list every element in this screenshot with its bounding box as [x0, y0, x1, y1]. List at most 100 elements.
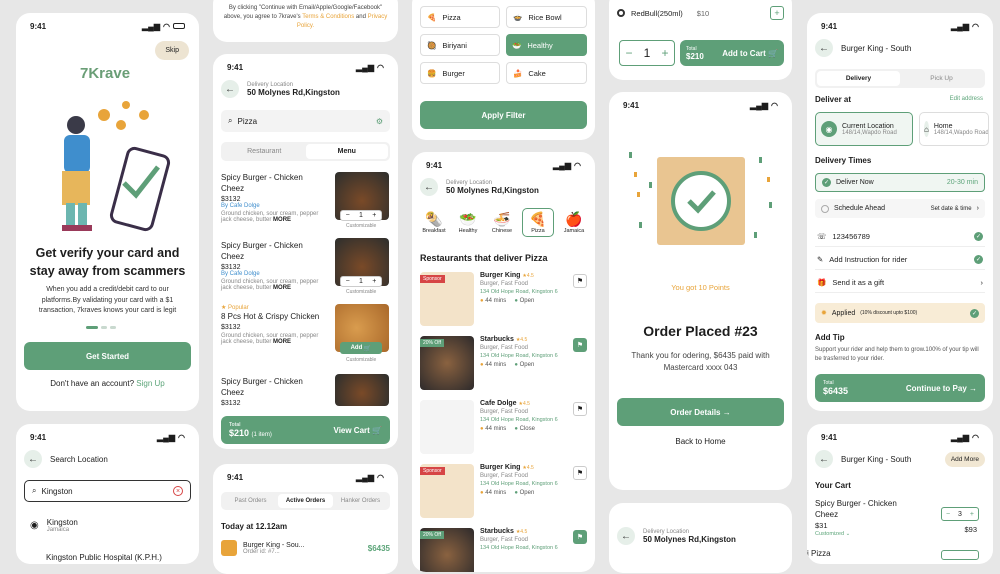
schedule-option[interactable]: Schedule Ahead Set date & time ›	[815, 199, 985, 218]
tab-pickup[interactable]: Pick Up	[900, 71, 983, 86]
restaurant-card[interactable]: 20% Off Starbucks ★4.5 Burger, Fast Food 13…	[420, 336, 587, 392]
plus-icon[interactable]: +	[770, 6, 784, 20]
quantity-stepper[interactable]: −1 +	[619, 40, 675, 66]
category-chinese[interactable]: 🍜 Chinese	[488, 211, 516, 234]
back-arrow-icon[interactable]: ←	[617, 527, 635, 545]
add-button[interactable]: Add 🛒	[340, 342, 382, 354]
edit-address-link[interactable]: Edit address	[950, 96, 983, 102]
status-chip: ● Open	[514, 490, 535, 496]
restaurant-card[interactable]: 20% Off Starbucks ★4.5 Burger, Fast Food 13…	[420, 528, 587, 572]
category-biriyani[interactable]: 🥘 Biriyani	[420, 34, 500, 56]
add-more-button[interactable]: Add More	[944, 452, 985, 467]
delivery-location[interactable]: Delivery Location 50 Molynes Rd,Kingston	[446, 180, 539, 195]
address-home[interactable]: ⌂ Home 148/14,Wapdo Road	[919, 112, 989, 146]
restaurant-card[interactable]: Sponsor Burger King ★4.5 Burger, Fast Food…	[420, 464, 587, 520]
burger-king-logo	[221, 540, 237, 556]
category-jamaica[interactable]: 🍎 Jamaica	[560, 211, 588, 234]
status-icons: ▂▄▆ ◠	[750, 100, 778, 110]
category-cake[interactable]: 🍰 Cake	[506, 62, 587, 84]
category-pizza[interactable]: 🍕 Pizza	[522, 208, 554, 237]
restaurant-card[interactable]: Cafe Dolge ★4.5 Burger, Fast Food 134 Old …	[420, 400, 587, 456]
back-arrow-icon[interactable]: ←	[815, 450, 833, 468]
category-breakfast[interactable]: 🌯 Breakfast	[420, 211, 448, 234]
category-rice-bowl[interactable]: 🍲 Rice Bowl	[506, 6, 587, 28]
skip-button[interactable]: Skip	[155, 41, 189, 60]
status-time: 9:41	[30, 21, 47, 31]
search-icon: ⌕	[228, 116, 233, 125]
tab-restaurant[interactable]: Restaurant	[223, 144, 306, 159]
order-details-button[interactable]: Order Details →	[617, 398, 784, 426]
next-item-stepper[interactable]	[941, 550, 979, 560]
location-bottom-screen: ← Delivery Location 50 Molynes Rd,Kingsto…	[609, 503, 792, 573]
category-burger[interactable]: 🍔 Burger	[420, 62, 500, 84]
back-arrow-icon[interactable]: ←	[420, 178, 438, 196]
continue-to-pay-button[interactable]: Total $6435 Continue to Pay →	[815, 374, 985, 402]
tab-menu[interactable]: Menu	[305, 144, 388, 159]
filter-icon[interactable]: ⚙	[376, 117, 383, 126]
delivery-location[interactable]: Delivery Location 50 Molynes Rd,Kingston	[643, 529, 736, 544]
view-cart-bar[interactable]: Total $210 (1 item) View Cart 🛒	[221, 416, 390, 444]
category-healthy[interactable]: 🥗 Healthy	[506, 34, 587, 56]
coupon-applied[interactable]: ✹ Applied (10% discount upto $100) ✓	[815, 303, 985, 323]
category-healthy[interactable]: 🥗 Healthy	[454, 211, 482, 234]
restaurant-card[interactable]: Sponsor Burger King ★4.5 Burger, Fast Food…	[420, 272, 587, 328]
restaurant-address: 134 Old Hope Road, Kingston 6	[480, 353, 558, 359]
back-arrow-icon[interactable]: ←	[815, 39, 833, 57]
tab-active-orders[interactable]: Active Orders	[278, 494, 333, 508]
address-current[interactable]: ◉ Current Location 148/14,Wapdo Road	[815, 112, 913, 146]
clear-icon[interactable]: ×	[173, 486, 183, 496]
rating-badge: ★4.5	[515, 529, 528, 535]
status-time: 9:41	[623, 100, 640, 110]
checkout-screen: 9:41 ▂▄▆ ◠ ← Burger King - South Delivery …	[807, 13, 993, 411]
pizza-icon: 🍕	[427, 12, 437, 22]
add-to-cart-button[interactable]: Total $210 Add to Cart 🛒	[680, 40, 784, 66]
tab-past-orders[interactable]: Past Orders	[223, 494, 278, 508]
rating-badge: ★4.5	[522, 465, 534, 471]
quantity-stepper[interactable]: −1 +	[340, 276, 382, 287]
status-icons: ▂▄▆ ◠	[157, 432, 185, 442]
instruction-row[interactable]: ✎ Add Instruction for rider ✓	[815, 250, 985, 270]
category-pizza[interactable]: 🍕 Pizza	[420, 6, 500, 28]
apply-filter-button[interactable]: Apply Filter	[420, 101, 587, 129]
addon-row[interactable]: RedBull(250ml) $10 +	[617, 6, 784, 20]
bookmark-icon[interactable]: ⚑	[573, 338, 587, 352]
deliver-now-option[interactable]: ✓ Deliver Now 20-30 min	[815, 173, 985, 192]
burger-image	[335, 374, 389, 406]
onboarding-title: Get verify your card and stay away from …	[29, 246, 186, 278]
back-arrow-icon[interactable]: ←	[221, 80, 239, 98]
signup-link[interactable]: Sign Up	[136, 379, 164, 388]
phone-row[interactable]: ☏ 123456789 ✓	[815, 227, 985, 247]
time-chip: ● 44 mins	[480, 490, 507, 496]
back-home-link[interactable]: Back to Home	[609, 437, 792, 446]
search-input[interactable]: ⌕ Kingston ×	[24, 480, 191, 502]
note-icon: ✎	[817, 255, 824, 264]
delivery-location[interactable]: Delivery Location 50 Molynes Rd,Kingston	[247, 82, 340, 97]
restaurant-address: 134 Old Hope Road, Kingston 6	[480, 545, 558, 551]
delivery-times-heading: Delivery Times	[815, 156, 872, 165]
location-pin-icon: ◉	[821, 121, 837, 137]
tab-hanker-orders[interactable]: Hanker Orders	[333, 494, 388, 508]
terms-link[interactable]: Terms & Conditions	[302, 14, 354, 20]
radio-icon[interactable]	[617, 9, 625, 17]
search-input[interactable]: ⌕ Pizza ⚙	[221, 110, 390, 132]
signup-prompt: Don't have an account? Sign Up	[16, 379, 199, 388]
section-heading: Restaurants that deliver Pizza	[420, 253, 548, 263]
bookmark-icon[interactable]: ⚑	[573, 402, 587, 416]
minus-icon: −	[625, 46, 633, 60]
cart-item-name: Spicy Burger - Chicken Cheez	[815, 499, 897, 520]
get-started-button[interactable]: Get Started	[24, 342, 191, 370]
customized-link[interactable]: Customized ⌄	[815, 531, 850, 537]
bookmark-icon[interactable]: ⚑	[573, 466, 587, 480]
gift-row[interactable]: 🎁 Send it as a gift ›	[815, 273, 985, 293]
back-arrow-icon[interactable]: ←	[24, 450, 42, 468]
time-chip: ● 44 mins	[480, 362, 507, 368]
location-result[interactable]: ◉ Kingston Jamaica	[30, 518, 78, 533]
bookmark-icon[interactable]: ⚑	[573, 274, 587, 288]
chevron-right-icon: ›	[980, 278, 984, 287]
order-placed-screen: 9:41 ▂▄▆ ◠ You got 10 Points Order Placed …	[609, 92, 792, 490]
tab-delivery[interactable]: Delivery	[817, 71, 900, 86]
order-row[interactable]: Burger King - Sou... Order id: #7... $643…	[221, 540, 390, 556]
quantity-stepper[interactable]: −1 +	[340, 210, 382, 221]
quantity-stepper[interactable]: −3 +	[941, 507, 979, 521]
bookmark-icon[interactable]: ⚑	[573, 530, 587, 544]
